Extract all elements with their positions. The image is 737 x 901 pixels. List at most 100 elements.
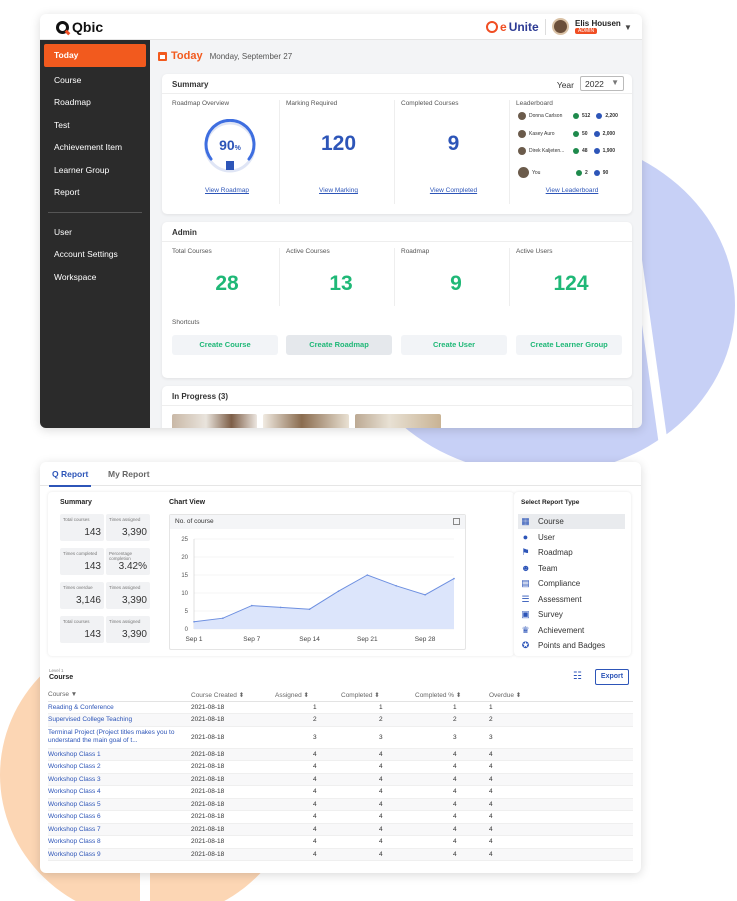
stat-card: Times completed 143 (60, 548, 104, 575)
course-link[interactable]: Workshop Class 9 (48, 848, 191, 861)
course-thumbnail[interactable] (263, 414, 349, 428)
sidebar-item-user[interactable]: User (40, 221, 150, 244)
points-icon (573, 131, 579, 137)
table-cell: 2021-08-18 (191, 823, 275, 836)
table-row[interactable]: Workshop Class 7 2021-08-18 4 4 4 4 (48, 823, 633, 836)
table-cell: 2021-08-18 (191, 848, 275, 861)
table-cell: 2021-08-18 (191, 726, 275, 749)
column-header-assigned[interactable]: Assigned ⬍ (275, 689, 341, 702)
table-row[interactable]: Workshop Class 1 2021-08-18 4 4 4 4 (48, 748, 633, 761)
column-header-completed[interactable]: Completed ⬍ (341, 689, 415, 702)
column-header-completed-percent[interactable]: Completed % ⬍ (415, 689, 489, 702)
user-name[interactable]: Elis Housen (575, 19, 621, 28)
report-type-team[interactable]: ☻ Team (518, 561, 625, 576)
table-row[interactable]: Workshop Class 4 2021-08-18 4 4 4 4 (48, 785, 633, 799)
table-row[interactable]: Workshop Class 8 2021-08-18 4 4 4 4 (48, 835, 633, 849)
sidebar-item-roadmap[interactable]: Roadmap (40, 91, 150, 114)
table-cell: 3 (341, 726, 415, 749)
course-thumbnail[interactable] (172, 414, 257, 428)
completed-value: 9 (447, 132, 460, 155)
report-type-compliance[interactable]: ▤ Compliance (518, 576, 625, 591)
table-row[interactable]: Terminal Project (Project titles makes y… (48, 726, 633, 749)
report-type-assessment[interactable]: ☰ Assessment (518, 592, 625, 607)
export-button[interactable]: Export (595, 669, 629, 685)
sidebar-item-course[interactable]: Course (40, 69, 150, 92)
filter-icon[interactable]: ☷ (573, 671, 584, 682)
sidebar-item-report[interactable]: Report (40, 181, 150, 204)
create-course-button[interactable]: Create Course (172, 335, 278, 355)
course-link[interactable]: Workshop Class 5 (48, 798, 191, 811)
stat-card: Times assigned 3,390 (106, 514, 150, 541)
data-point (395, 585, 398, 587)
report-type-achievement[interactable]: ♛ Achievement (518, 623, 625, 638)
create-learner-group-button[interactable]: Create Learner Group (516, 335, 622, 355)
report-type-survey[interactable]: ▣ Survey (518, 607, 625, 622)
course-link[interactable]: Terminal Project (Project titles makes y… (48, 726, 191, 749)
divider (279, 248, 280, 306)
course-link[interactable]: Workshop Class 8 (48, 835, 191, 849)
table-row[interactable]: Workshop Class 5 2021-08-18 4 4 4 4 (48, 798, 633, 811)
chevron-down-icon[interactable]: ▼ (624, 23, 632, 32)
sidebar-item-test[interactable]: Test (40, 114, 150, 137)
table-cell: 3 (275, 726, 341, 749)
sidebar-item-account-settings[interactable]: Account Settings (40, 243, 150, 266)
course-link[interactable]: Workshop Class 6 (48, 810, 191, 824)
table-cell: 2021-08-18 (191, 760, 275, 774)
list-icon: ☰ (521, 593, 530, 604)
course-link[interactable]: Workshop Class 1 (48, 748, 191, 761)
report-tabs: Q Report My Report (40, 462, 641, 487)
table-row[interactable]: Workshop Class 2 2021-08-18 4 4 4 4 (48, 760, 633, 774)
table-cell: 1 (489, 701, 633, 714)
table-row[interactable]: Workshop Class 9 2021-08-18 4 4 4 4 (48, 848, 633, 861)
stat-card: Total courses 143 (60, 514, 104, 541)
sidebar-item-workspace[interactable]: Workspace (40, 266, 150, 289)
tab-q-report[interactable]: Q Report (48, 469, 92, 487)
area-fill (194, 575, 454, 629)
create-user-button[interactable]: Create User (401, 335, 507, 355)
table-cell: 2021-08-18 (191, 748, 275, 761)
view-completed-link[interactable]: View Completed (401, 187, 506, 194)
data-point (366, 574, 369, 576)
table-cell: 4 (275, 773, 341, 786)
table-cell: 4 (275, 748, 341, 761)
roadmap-gauge: 90% (202, 118, 258, 175)
expand-icon[interactable] (453, 518, 460, 525)
report-type-points-and-badges[interactable]: ✪ Points and Badges (518, 638, 625, 653)
app-logo[interactable]: Qbic (56, 19, 103, 35)
column-header-course[interactable]: Course ▼ (48, 689, 191, 702)
page-date: Monday, September 27 (209, 51, 293, 61)
course-link[interactable]: Workshop Class 4 (48, 785, 191, 799)
survey-icon: ▣ (521, 609, 530, 619)
sidebar-item-achievement-item[interactable]: Achievement Item (40, 136, 150, 159)
report-type-user[interactable]: ● User (518, 530, 625, 545)
course-link[interactable]: Workshop Class 2 (48, 760, 191, 774)
view-roadmap-link[interactable]: View Roadmap (172, 187, 282, 194)
course-link[interactable]: Supervised College Teaching (48, 713, 191, 727)
in-progress-card: In Progress (3) (162, 386, 632, 428)
report-type-roadmap[interactable]: ⚑ Roadmap (518, 545, 625, 560)
course-link[interactable]: Reading & Conference (48, 701, 191, 714)
sidebar-item-learner-group[interactable]: Learner Group (40, 159, 150, 182)
year-select[interactable]: 2022 ▼ (580, 76, 624, 91)
tab-my-report[interactable]: My Report (108, 469, 150, 479)
course-link[interactable]: Workshop Class 7 (48, 823, 191, 836)
sidebar-item-today[interactable]: Today (44, 44, 146, 67)
view-marking-link[interactable]: View Marking (286, 187, 391, 194)
report-window: Q Report My Report Summary Total courses… (40, 462, 641, 873)
avatar[interactable] (552, 18, 569, 35)
create-roadmap-button[interactable]: Create Roadmap (286, 335, 392, 355)
view-leaderboard-link[interactable]: View Leaderboard (516, 187, 628, 194)
course-link[interactable]: Workshop Class 3 (48, 773, 191, 786)
course-thumbnail[interactable] (355, 414, 441, 428)
table-row[interactable]: Workshop Class 6 2021-08-18 4 4 4 4 (48, 810, 633, 824)
leaderboard-row: Kasey Auro 50 2,000 (518, 130, 615, 138)
report-type-course[interactable]: ▦ Course (518, 514, 625, 529)
table-row[interactable]: Reading & Conference 2021-08-18 1 1 1 1 (48, 701, 633, 714)
stat-card: Percentage completion 3.42% (106, 548, 150, 575)
table-row[interactable]: Workshop Class 3 2021-08-18 4 4 4 4 (48, 773, 633, 786)
table-cell: 4 (415, 760, 489, 774)
column-header-created[interactable]: Course Created ⬍ (191, 689, 275, 702)
column-header-overdue[interactable]: Overdue ⬍ (489, 689, 633, 702)
table-row[interactable]: Supervised College Teaching 2021-08-18 2 2 2… (48, 713, 633, 727)
table-cell: 4 (415, 810, 489, 824)
